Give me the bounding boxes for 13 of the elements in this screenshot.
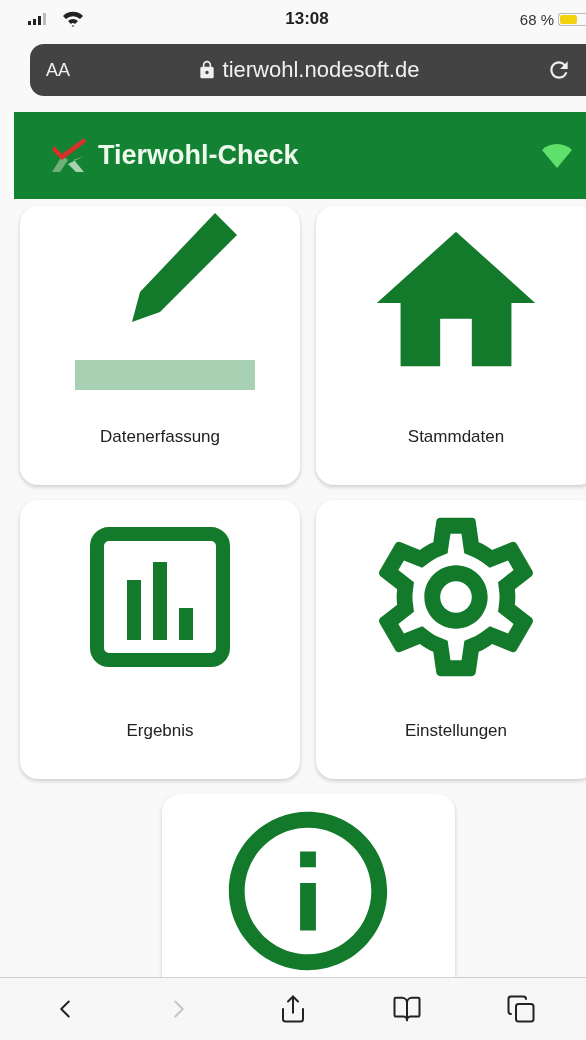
url-text: tierwohl.nodesoft.de bbox=[222, 57, 420, 83]
wifi-icon bbox=[62, 11, 84, 27]
clock-time: 13:08 bbox=[285, 9, 329, 29]
address-bar[interactable]: AA tierwohl.nodesoft.de bbox=[30, 44, 586, 96]
signal-icon bbox=[28, 13, 48, 25]
battery-icon bbox=[558, 12, 586, 26]
menu-tile[interactable]: Einstellungen bbox=[316, 500, 586, 779]
battery-percent: 68 % bbox=[519, 10, 554, 28]
menu-tile[interactable]: Datenerfassung bbox=[20, 206, 300, 485]
app-title: Tierwohl-Check bbox=[98, 140, 299, 171]
menu-tile[interactable]: Stammdaten bbox=[316, 206, 586, 485]
text-size-button[interactable]: AA bbox=[46, 59, 70, 81]
menu-tile[interactable]: Ergebnis bbox=[20, 500, 300, 779]
